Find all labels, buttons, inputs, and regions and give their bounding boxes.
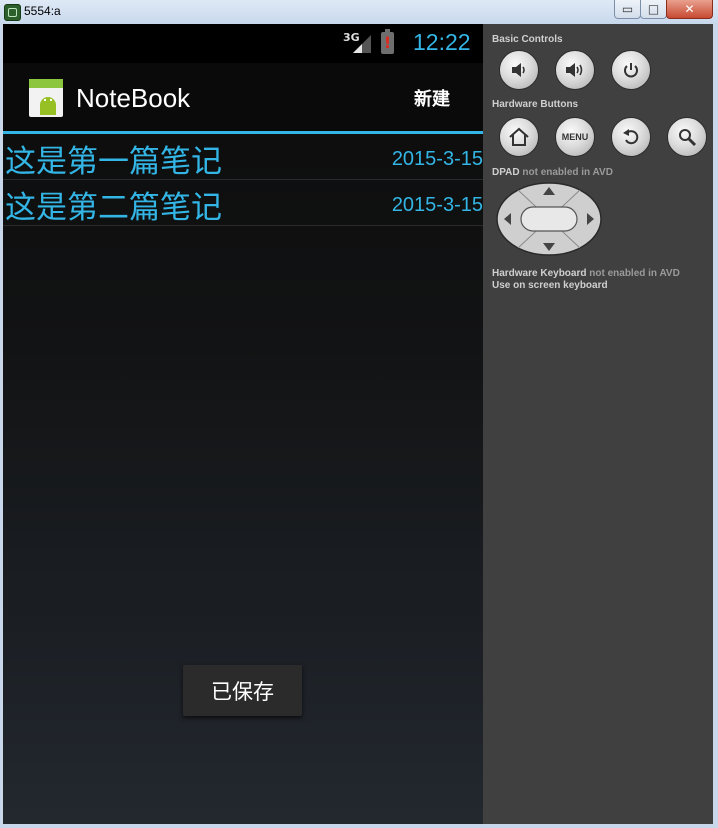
volume-up-icon	[566, 63, 583, 77]
home-icon	[509, 127, 529, 146]
menu-button[interactable]: MENU	[555, 117, 595, 157]
emulator-controls-panel: Basic Controls Hardware Buttons MENU DPA…	[483, 24, 713, 824]
volume-down-button[interactable]	[499, 50, 539, 90]
status-bar: 3G ! 12:22	[3, 24, 483, 63]
window-frame-bottom	[0, 824, 718, 828]
home-button[interactable]	[499, 117, 539, 157]
hardware-keyboard-label: Hardware Keyboard	[492, 268, 587, 279]
power-button[interactable]	[611, 50, 651, 90]
note-date: 2015-3-15	[391, 148, 483, 170]
note-list-item[interactable]: 这是第二篇笔记 2015-3-15	[3, 180, 483, 226]
window-titlebar: 5554:a ▭ □ ✕	[0, 0, 718, 25]
dpad-label: DPAD	[492, 167, 520, 178]
note-title: 这是第一篇笔记	[5, 144, 222, 180]
menu-button-label: MENU	[561, 132, 589, 142]
search-button[interactable]	[667, 117, 707, 157]
hardware-buttons-heading: Hardware Buttons	[492, 99, 579, 110]
note-list: 这是第一篇笔记 2015-3-15 这是第二篇笔记 2015-3-15	[3, 134, 483, 226]
back-icon	[623, 129, 639, 145]
saved-toast: 已保存	[183, 665, 302, 716]
onscreen-keyboard-link[interactable]: Use on screen keyboard	[492, 280, 608, 291]
hardware-keyboard-status: not enabled in AVD	[589, 268, 680, 279]
notebook-app-icon[interactable]	[29, 79, 63, 117]
note-list-item[interactable]: 这是第一篇笔记 2015-3-15	[3, 134, 483, 180]
battery-icon: !	[381, 29, 394, 54]
volume-down-icon	[512, 63, 525, 77]
power-icon	[624, 63, 638, 78]
emulator-app-icon	[4, 4, 21, 21]
battery-alert-icon: !	[383, 33, 392, 52]
app-title: NoteBook	[76, 83, 191, 113]
back-button[interactable]	[611, 117, 651, 157]
new-note-button[interactable]: 新建	[414, 85, 474, 115]
window-frame-right	[713, 24, 718, 828]
close-button[interactable]: ✕	[666, 0, 713, 19]
status-clock: 12:22	[413, 29, 471, 55]
signal-strength-icon	[353, 35, 371, 53]
hardware-keyboard-heading: Hardware Keyboard not enabled in AVD	[492, 268, 680, 279]
search-icon	[679, 129, 697, 147]
maximize-button[interactable]: □	[640, 0, 667, 19]
volume-up-button[interactable]	[555, 50, 595, 90]
minimize-button[interactable]: ▭	[614, 0, 641, 19]
phone-screen: 3G ! 12:22 NoteBook 新建 这是第一篇笔记 2015-3-15…	[3, 24, 483, 824]
action-bar: NoteBook 新建	[3, 63, 483, 131]
dpad-status: not enabled in AVD	[522, 167, 613, 178]
dpad-control[interactable]	[496, 182, 602, 256]
note-title: 这是第二篇笔记	[5, 190, 222, 226]
window-title: 5554:a	[24, 4, 61, 18]
note-date: 2015-3-15	[391, 194, 483, 216]
dpad-heading: DPAD not enabled in AVD	[492, 167, 613, 178]
basic-controls-heading: Basic Controls	[492, 34, 563, 45]
